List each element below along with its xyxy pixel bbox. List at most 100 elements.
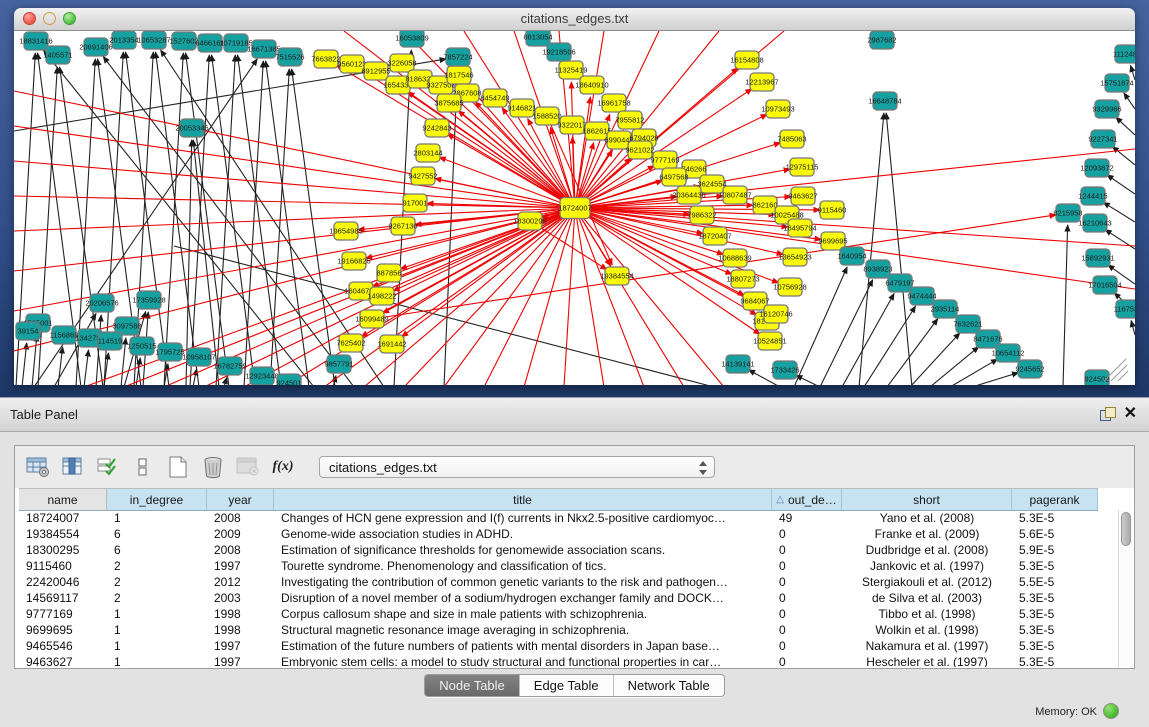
cell-in_degree[interactable]: 6 <box>107 527 207 541</box>
cell-name[interactable]: 19384554 <box>19 527 107 541</box>
cell-pagerank[interactable]: 5.6E-5 <box>1012 527 1098 541</box>
cell-in_degree[interactable]: 2 <box>107 575 207 589</box>
cell-year[interactable]: 1997 <box>207 655 274 667</box>
cell-short[interactable]: Wolkin et al. (1998) <box>842 623 1012 637</box>
cell-in_degree[interactable]: 2 <box>107 591 207 605</box>
resize-grip-icon[interactable] <box>1104 359 1128 381</box>
select-rows-icon[interactable] <box>95 454 121 480</box>
table-row[interactable]: 2242004622012Investigating the contribut… <box>19 574 1117 590</box>
zoom-window-icon[interactable] <box>63 12 76 25</box>
close-panel-icon[interactable]: ✕ <box>1124 404 1137 424</box>
cell-in_degree[interactable]: 1 <box>107 655 207 667</box>
cell-pagerank[interactable]: 5.5E-5 <box>1012 575 1098 589</box>
cell-title[interactable]: Estimation of significance thresholds fo… <box>274 543 772 557</box>
cell-pagerank[interactable]: 5.3E-5 <box>1012 623 1098 637</box>
table-source-select[interactable]: citations_edges.txt <box>319 456 715 478</box>
cell-year[interactable]: 2003 <box>207 591 274 605</box>
cell-title[interactable]: Genome-wide association studies in ADHD. <box>274 527 772 541</box>
cell-year[interactable]: 2008 <box>207 511 274 525</box>
table-row[interactable]: 1830029562008Estimation of significance … <box>19 542 1117 558</box>
cell-title[interactable]: Changes of HCN gene expression and I(f) … <box>274 511 772 525</box>
cell-short[interactable]: Franke et al. (2009) <box>842 527 1012 541</box>
cell-short[interactable]: Yano et al. (2008) <box>842 511 1012 525</box>
cell-in_degree[interactable]: 1 <box>107 623 207 637</box>
table-row[interactable]: 911546021997Tourette syndrome. Phenomeno… <box>19 558 1117 574</box>
cell-out_de[interactable]: 0 <box>772 623 842 637</box>
column-header-year[interactable]: year <box>207 489 274 510</box>
cell-name[interactable]: 9463627 <box>19 655 107 667</box>
table-row[interactable]: 946362711997Embryonic stem cells: a mode… <box>19 654 1117 667</box>
cell-year[interactable]: 1997 <box>207 639 274 653</box>
column-header-in_degree[interactable]: in_degree <box>107 489 207 510</box>
cell-out_de[interactable]: 0 <box>772 591 842 605</box>
column-header-pagerank[interactable]: pagerank <box>1012 489 1098 510</box>
cell-short[interactable]: Tibbo et al. (1998) <box>842 607 1012 621</box>
cell-pagerank[interactable]: 5.9E-5 <box>1012 543 1098 557</box>
network-canvas[interactable]: 1872400776638229560123891295516543383226… <box>14 31 1135 385</box>
scrollbar-thumb[interactable] <box>1121 512 1131 546</box>
cell-out_de[interactable]: 0 <box>772 559 842 573</box>
tab-node-table[interactable]: Node Table <box>425 675 520 696</box>
cell-out_de[interactable]: 0 <box>772 527 842 541</box>
cell-out_de[interactable]: 0 <box>772 639 842 653</box>
cell-pagerank[interactable]: 5.3E-5 <box>1012 655 1098 667</box>
column-edit-icon[interactable] <box>60 454 86 480</box>
cell-pagerank[interactable]: 5.3E-5 <box>1012 511 1098 525</box>
cell-in_degree[interactable]: 2 <box>107 559 207 573</box>
cell-title[interactable]: Estimation of the future numbers of pati… <box>274 639 772 653</box>
cell-short[interactable]: Dudbridge et al. (2008) <box>842 543 1012 557</box>
cell-in_degree[interactable]: 1 <box>107 607 207 621</box>
network-window-titlebar[interactable]: citations_edges.txt <box>14 8 1135 31</box>
cell-title[interactable]: Embryonic stem cells: a model to study s… <box>274 655 772 667</box>
cell-name[interactable]: 9777169 <box>19 607 107 621</box>
function-builder-icon[interactable]: f(x) <box>270 454 296 480</box>
column-header-name[interactable]: name <box>19 489 107 510</box>
table-row[interactable]: 946554611997Estimation of the future num… <box>19 638 1117 654</box>
table-vertical-scrollbar[interactable] <box>1118 510 1133 667</box>
column-header-title[interactable]: title <box>274 489 772 510</box>
cell-short[interactable]: de Silva et al. (2003) <box>842 591 1012 605</box>
table-row[interactable]: 969969511998Structural magnetic resonanc… <box>19 622 1117 638</box>
cell-title[interactable]: Corpus callosum shape and size in male p… <box>274 607 772 621</box>
cell-in_degree[interactable]: 6 <box>107 543 207 557</box>
cell-short[interactable]: Stergiakouli et al. (2012) <box>842 575 1012 589</box>
tab-edge-table[interactable]: Edge Table <box>520 675 614 696</box>
cell-name[interactable]: 18300295 <box>19 543 107 557</box>
column-stack-icon[interactable] <box>130 454 156 480</box>
column-header-out_de[interactable]: △out_de… <box>772 489 842 510</box>
cell-title[interactable]: Structural magnetic resonance image aver… <box>274 623 772 637</box>
cell-year[interactable]: 2008 <box>207 543 274 557</box>
cell-pagerank[interactable]: 5.3E-5 <box>1012 591 1098 605</box>
new-table-icon[interactable] <box>165 454 191 480</box>
cell-title[interactable]: Disruption of a novel member of a sodium… <box>274 591 772 605</box>
cell-year[interactable]: 2009 <box>207 527 274 541</box>
cell-pagerank[interactable]: 5.3E-5 <box>1012 559 1098 573</box>
cell-short[interactable]: Nakamura et al. (1997) <box>842 639 1012 653</box>
cell-year[interactable]: 1997 <box>207 559 274 573</box>
cell-name[interactable]: 14569117 <box>19 591 107 605</box>
cell-in_degree[interactable]: 1 <box>107 639 207 653</box>
table-row[interactable]: 1456911722003Disruption of a novel membe… <box>19 590 1117 606</box>
table-row[interactable]: 1872400712008Changes of HCN gene express… <box>19 510 1117 526</box>
close-window-icon[interactable] <box>23 12 36 25</box>
cell-name[interactable]: 22420046 <box>19 575 107 589</box>
cell-in_degree[interactable]: 1 <box>107 511 207 525</box>
cell-short[interactable]: Jankovic et al. (1997) <box>842 559 1012 573</box>
memory-status-icon[interactable] <box>1103 703 1119 719</box>
import-table-icon[interactable] <box>235 454 261 480</box>
cell-out_de[interactable]: 0 <box>772 543 842 557</box>
cell-year[interactable]: 1998 <box>207 607 274 621</box>
tab-network-table[interactable]: Network Table <box>614 675 724 696</box>
table-row[interactable]: 1938455462009Genome-wide association stu… <box>19 526 1117 542</box>
cell-name[interactable]: 9699695 <box>19 623 107 637</box>
cell-out_de[interactable]: 0 <box>772 575 842 589</box>
cell-year[interactable]: 1998 <box>207 623 274 637</box>
delete-table-icon[interactable] <box>200 454 226 480</box>
cell-title[interactable]: Tourette syndrome. Phenomenology and cla… <box>274 559 772 573</box>
cell-name[interactable]: 18724007 <box>19 511 107 525</box>
cell-year[interactable]: 2012 <box>207 575 274 589</box>
column-header-short[interactable]: short <box>842 489 1012 510</box>
cell-out_de[interactable]: 0 <box>772 607 842 621</box>
cell-out_de[interactable]: 0 <box>772 655 842 667</box>
cell-title[interactable]: Investigating the contribution of common… <box>274 575 772 589</box>
